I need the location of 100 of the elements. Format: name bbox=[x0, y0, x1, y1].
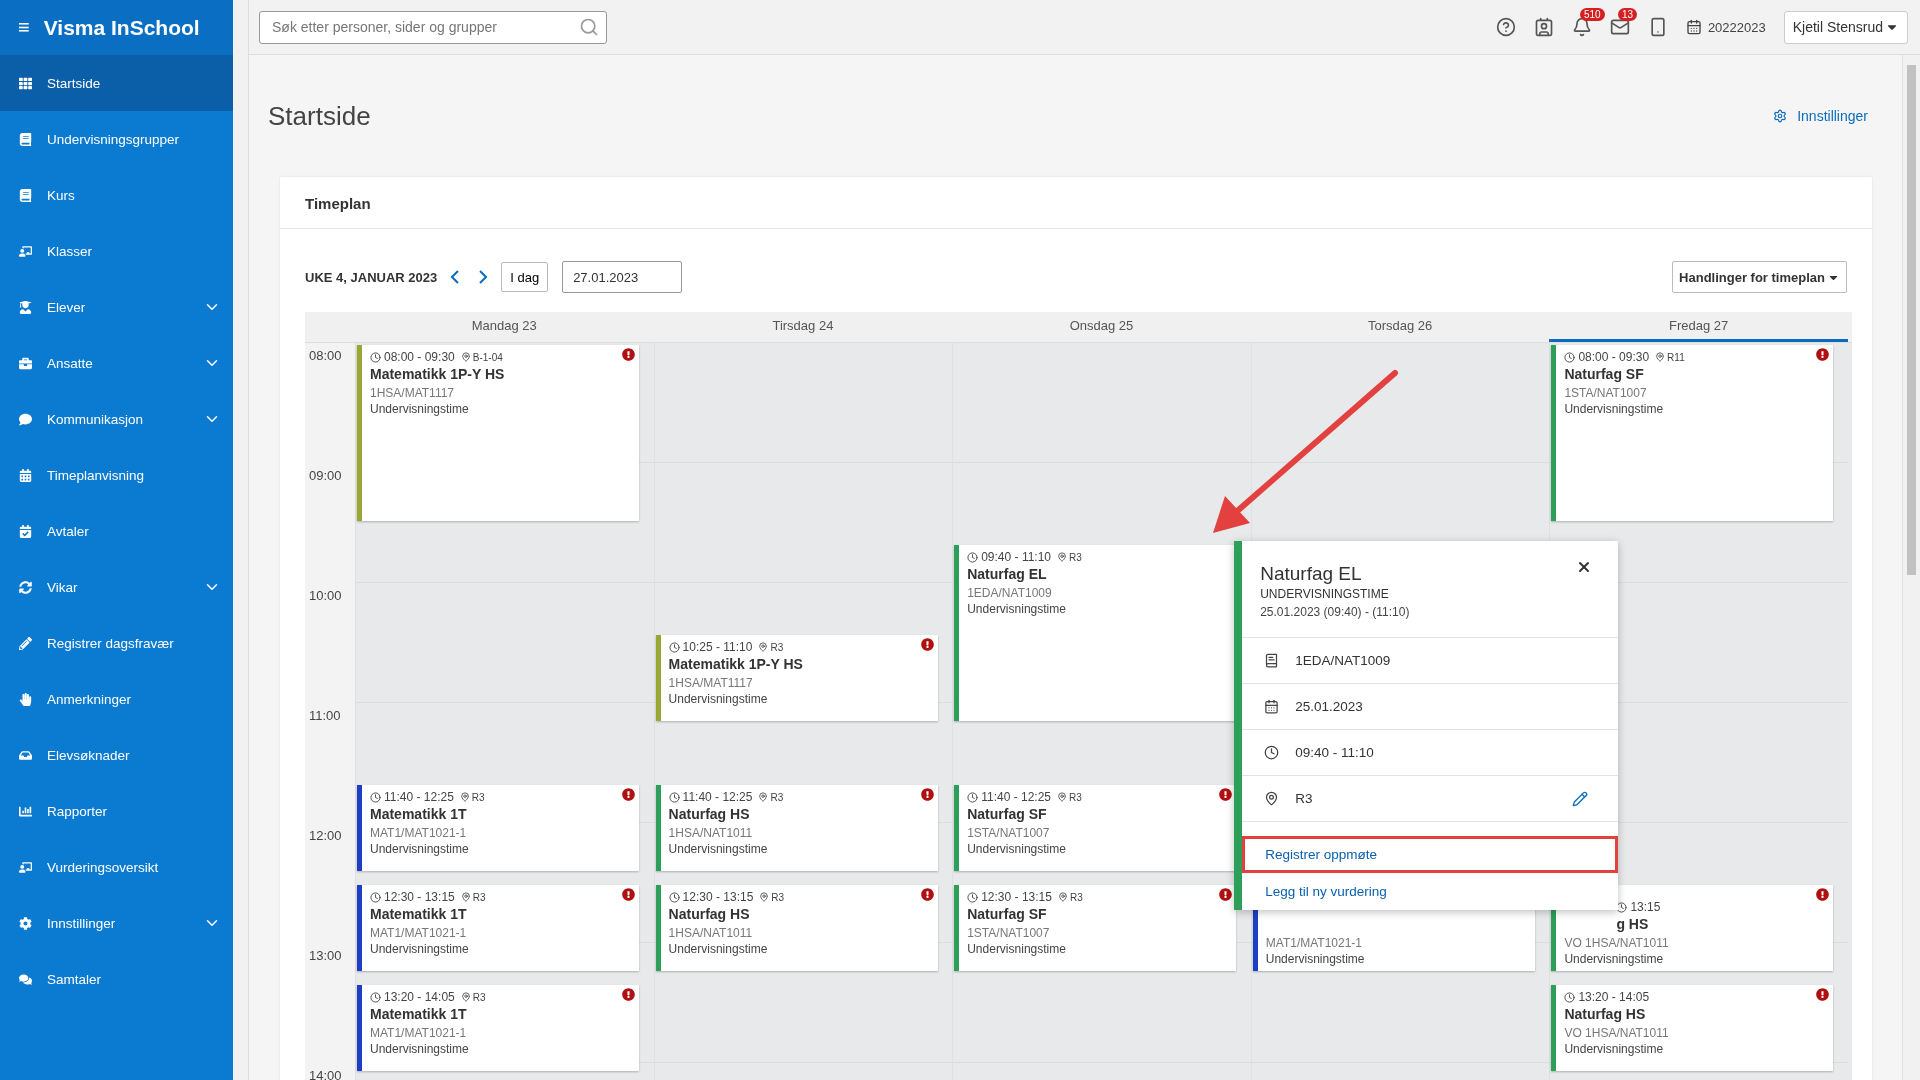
lesson-card[interactable]: 13:20 - 14:05 R3 Matematikk 1T MAT1/MAT1021-1 Undervisningstime bbox=[357, 985, 639, 1071]
settings-icon bbox=[1773, 109, 1788, 123]
lesson-group: 1STA/NAT1007 bbox=[967, 926, 1229, 940]
lesson-card[interactable]: 10:25 - 11:10 R3 Matematikk 1P-Y HS 1HSA/MAT1117 Undervisningstime bbox=[655, 635, 938, 721]
lesson-type: Undervisningstime bbox=[1265, 952, 1366, 966]
chevron-left-icon bbox=[451, 270, 460, 284]
lesson-card[interactable]: 08:00 - 09:30 B-1-04 Matematikk 1P-Y HS 1HSA/MAT1117 Undervisningstime bbox=[357, 345, 639, 521]
sidebar-item[interactable]: Kurs bbox=[0, 167, 233, 223]
lesson-title: Matematikk 1T bbox=[370, 1006, 468, 1022]
sidebar-item[interactable]: Timeplanvisning bbox=[0, 447, 233, 503]
lesson-time: 13:15 bbox=[1616, 900, 1661, 914]
pin-icon bbox=[758, 642, 769, 652]
lesson-card[interactable]: 12:30 - 13:15 R3 Matematikk 1T MAT1/MAT1021-1 Undervisningstime bbox=[357, 885, 639, 971]
lesson-title: Matematikk 1P-Y HS bbox=[668, 656, 804, 672]
lesson-card[interactable]: 13:15 g HS VO 1HSA/NAT1011 Undervisningstime bbox=[1551, 885, 1834, 971]
lesson-card[interactable]: 09:40 - 11:10 R3 Naturfag EL 1EDA/NAT1009 Undervisningstime bbox=[954, 545, 1237, 721]
menu-button[interactable]: ≡ bbox=[18, 16, 30, 39]
lesson-time: 08:00 - 09:30 bbox=[1564, 350, 1650, 364]
lesson-room: R3 bbox=[1057, 551, 1082, 563]
calendar-icon bbox=[1264, 699, 1280, 714]
lesson-type: Undervisningstime bbox=[1564, 952, 1665, 966]
pin-icon bbox=[1057, 892, 1068, 902]
lesson-room: R3 bbox=[459, 791, 485, 803]
hour-label: 14:00 bbox=[308, 1067, 343, 1080]
lesson-card[interactable]: 13:20 - 14:05 Naturfag HS VO 1HSA/NAT1011 Undervisningstime bbox=[1551, 985, 1834, 1071]
lesson-time: 08:00 - 09:30 bbox=[370, 350, 455, 364]
lesson-title: Matematikk 1P-Y HS bbox=[370, 366, 506, 382]
sidebar-item[interactable]: Vurderingsoversikt bbox=[0, 839, 233, 895]
lesson-time: 12:30 - 13:15 bbox=[668, 890, 754, 904]
lesson-time: 13:20 - 14:05 bbox=[370, 990, 455, 1004]
menu-item-icon bbox=[19, 524, 33, 538]
sidebar-item[interactable]: Avtaler bbox=[0, 503, 233, 559]
day-header[interactable]: Mandag 23 bbox=[355, 312, 654, 342]
lesson-card[interactable]: 11:40 - 12:25 R3 Naturfag SF 1STA/NAT1007 Undervisningstime bbox=[954, 785, 1237, 871]
lesson-group: MAT1/MAT1021-1 bbox=[1265, 936, 1527, 950]
pin-icon bbox=[1057, 552, 1068, 562]
hour-label: 11:00 bbox=[308, 707, 342, 725]
clock-icon bbox=[967, 551, 979, 563]
lesson-type: Undervisningstime bbox=[967, 842, 1067, 856]
day-header[interactable]: Tirsdag 24 bbox=[653, 312, 953, 342]
lesson-card[interactable]: 08:00 - 09:30 R11 Naturfag SF 1STA/NAT1007 Undervisningstime bbox=[1551, 345, 1834, 521]
sidebar-item[interactable]: Samtaler bbox=[0, 951, 233, 1007]
lesson-title: Matematikk 1T bbox=[370, 806, 468, 822]
lesson-group: MAT1/MAT1021-1 bbox=[370, 926, 631, 940]
help-icon[interactable] bbox=[1495, 17, 1516, 37]
lesson-type: Undervisningstime bbox=[668, 692, 769, 706]
lesson-room: R3 bbox=[1057, 891, 1083, 903]
panel-title: Timeplan bbox=[280, 177, 1872, 229]
lesson-group: VO 1HSA/NAT1011 bbox=[1564, 1026, 1826, 1040]
date-field[interactable]: 27.01.2023 bbox=[562, 261, 683, 293]
edit-button[interactable] bbox=[1572, 790, 1589, 807]
user-menu-button[interactable]: Kjetil Stensrud bbox=[1783, 10, 1908, 44]
day-header[interactable]: Onsdag 25 bbox=[952, 312, 1251, 342]
sidebar-item[interactable]: Startside bbox=[0, 55, 233, 111]
menu-item-icon bbox=[19, 692, 33, 706]
sidebar-item[interactable]: Kommunikasjon bbox=[0, 391, 233, 447]
menu-item-icon bbox=[19, 916, 33, 930]
sidebar-item[interactable]: Ansatte bbox=[0, 335, 233, 391]
sidebar-item[interactable]: Undervisningsgrupper bbox=[0, 111, 233, 167]
sidebar-item[interactable]: Elevsøknader bbox=[0, 727, 233, 783]
book-icon bbox=[1264, 653, 1280, 668]
menu-item-icon bbox=[19, 468, 33, 482]
popup-subtitle: UNDERVISNINGSTIME bbox=[1260, 587, 1389, 601]
lesson-card[interactable]: 11:40 - 12:25 R3 Naturfag HS 1HSA/NAT1011 Undervisningstime bbox=[655, 785, 938, 871]
clock-icon bbox=[1564, 991, 1576, 1003]
lesson-time: 11:40 - 12:25 bbox=[668, 790, 753, 804]
day-header[interactable]: Torsdag 26 bbox=[1250, 312, 1550, 342]
popup-datetime: 25.01.2023 (09:40) - (11:10) bbox=[1260, 605, 1410, 619]
popup-action-link[interactable]: Registrer oppmøte bbox=[1242, 836, 1619, 873]
sidebar-item[interactable]: Vikar bbox=[0, 559, 233, 615]
timetable-actions-button[interactable]: Handlinger for timeplan bbox=[1672, 261, 1847, 293]
clock-icon bbox=[1564, 351, 1576, 363]
lesson-group: VO 1HSA/NAT1011 bbox=[1564, 936, 1826, 950]
lesson-card[interactable]: 12:30 - 13:15 R3 Naturfag HS 1HSA/NAT1011 Undervisningstime bbox=[655, 885, 938, 971]
hour-label: 13:00 bbox=[308, 947, 343, 965]
mail-icon[interactable] bbox=[1609, 17, 1630, 37]
sidebar-item[interactable]: Elever bbox=[0, 279, 233, 335]
sidebar-item[interactable]: Klasser bbox=[0, 223, 233, 279]
lesson-card[interactable]: 12:30 - 13:15 R3 Naturfag SF 1STA/NAT1007 Undervisningstime bbox=[954, 885, 1237, 971]
lesson-group: MAT1/MAT1021-1 bbox=[370, 1026, 631, 1040]
sidebar-item[interactable]: Rapporter bbox=[0, 783, 233, 839]
lesson-room: R3 bbox=[759, 891, 785, 903]
page-title: Startside bbox=[268, 100, 371, 132]
lesson-card[interactable]: 11:40 - 12:25 R3 Matematikk 1T MAT1/MAT1021-1 Undervisningstime bbox=[357, 785, 639, 871]
settings-link[interactable]: Innstillinger bbox=[1773, 108, 1868, 124]
popup-detail: 09:40 - 11:10 bbox=[1295, 745, 1375, 760]
bell-icon[interactable] bbox=[1571, 17, 1592, 37]
lesson-type: Undervisningstime bbox=[967, 942, 1067, 956]
today-button[interactable]: I dag bbox=[501, 262, 549, 292]
search-field[interactable]: Søk etter personer, sider og grupper bbox=[259, 10, 607, 44]
sidebar-item[interactable]: Innstillinger bbox=[0, 895, 233, 951]
lesson-type: Undervisningstime bbox=[668, 842, 769, 856]
contacts-icon[interactable] bbox=[1533, 17, 1554, 37]
sidebar-item[interactable]: Anmerkninger bbox=[0, 671, 233, 727]
lesson-group: 1HSA/MAT1117 bbox=[370, 386, 631, 400]
sidebar-item[interactable]: Registrer dagsfravær bbox=[0, 615, 233, 671]
menu-item-icon bbox=[19, 132, 33, 146]
popup-title: Naturfag EL bbox=[1260, 563, 1362, 585]
lesson-group: 1HSA/NAT1011 bbox=[668, 826, 930, 840]
school-year[interactable]: 20222023 bbox=[1685, 19, 1766, 35]
